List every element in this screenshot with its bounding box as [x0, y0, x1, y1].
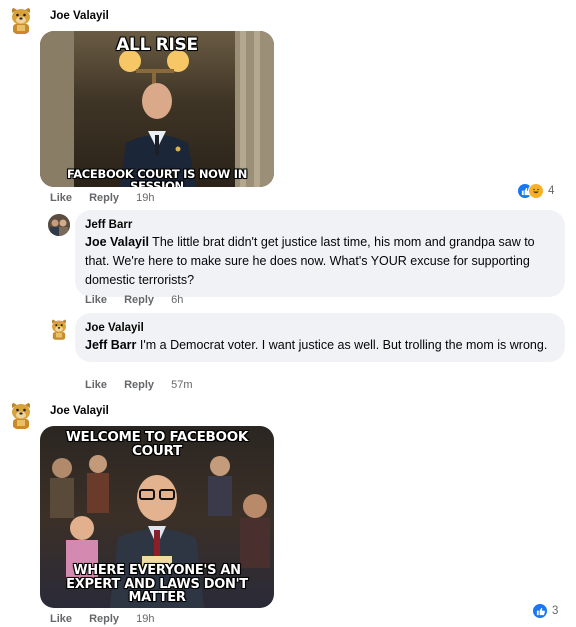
bear-avatar-icon	[52, 319, 66, 340]
comment-actions: Like Reply 19h	[50, 192, 168, 204]
like-icon	[532, 603, 548, 619]
reaction-count: 4	[548, 185, 555, 197]
reply-actions: Like Reply 6h	[85, 294, 197, 306]
bear-avatar-icon	[12, 402, 30, 429]
timestamp[interactable]: 57m	[171, 379, 192, 391]
timestamp[interactable]: 6h	[171, 294, 183, 306]
like-link[interactable]: Like	[50, 192, 72, 204]
meme-bottom-caption: WHERE EVERYONE'S AN EXPERT AND LAWS DON'…	[66, 563, 248, 606]
reply-text: I'm a Democrat voter. I want justice as …	[136, 338, 548, 352]
bear-avatar-icon	[12, 7, 30, 34]
like-link[interactable]: Like	[85, 294, 107, 306]
reply-link[interactable]: Reply	[89, 613, 119, 625]
avatar[interactable]	[8, 400, 34, 430]
reply-link[interactable]: Reply	[89, 192, 119, 204]
meme-top-caption: WELCOME TO FACEBOOK COURT	[65, 429, 249, 460]
meme-image[interactable]: WELCOME TO FACEBOOK COURT WHERE EVERYONE…	[40, 426, 274, 608]
like-link[interactable]: Like	[85, 379, 107, 391]
reaction-count: 3	[552, 605, 559, 617]
meme-bottom-caption: FACEBOOK COURT IS NOW IN SESSION	[66, 167, 248, 187]
meme-top-caption: ALL RISE	[116, 35, 198, 55]
like-link[interactable]: Like	[50, 613, 72, 625]
reply-link[interactable]: Reply	[124, 294, 154, 306]
avatar[interactable]	[49, 317, 69, 341]
reply-bubble: Jeff Barr Joe Valayil The little brat di…	[75, 210, 565, 297]
reply-text: The little brat didn't get justice last …	[85, 235, 535, 287]
reply-link[interactable]: Reply	[124, 379, 154, 391]
avatar[interactable]	[8, 5, 34, 35]
mention-link[interactable]: Jeff Barr	[85, 338, 136, 352]
reply-actions: Like Reply 57m	[85, 379, 207, 391]
timestamp[interactable]: 19h	[136, 192, 154, 204]
comment-author[interactable]: Joe Valayil	[50, 405, 109, 417]
comment-actions: Like Reply 19h	[50, 613, 168, 625]
timestamp[interactable]: 19h	[136, 613, 154, 625]
profile-photo-icon	[48, 214, 70, 236]
reaction-summary[interactable]: 3	[532, 603, 558, 619]
reaction-summary[interactable]: 4	[517, 183, 554, 199]
mention-link[interactable]: Joe Valayil	[85, 235, 149, 249]
comment-author[interactable]: Joe Valayil	[50, 10, 109, 22]
reply-author[interactable]: Joe Valayil	[85, 320, 555, 336]
avatar[interactable]	[48, 214, 70, 236]
haha-icon	[528, 183, 544, 199]
reply-author[interactable]: Jeff Barr	[85, 217, 555, 233]
meme-image[interactable]: ALL RISE FACEBOOK COURT IS NOW IN SESSIO…	[40, 31, 274, 187]
reply-bubble: Joe Valayil Jeff Barr I'm a Democrat vot…	[75, 313, 565, 362]
